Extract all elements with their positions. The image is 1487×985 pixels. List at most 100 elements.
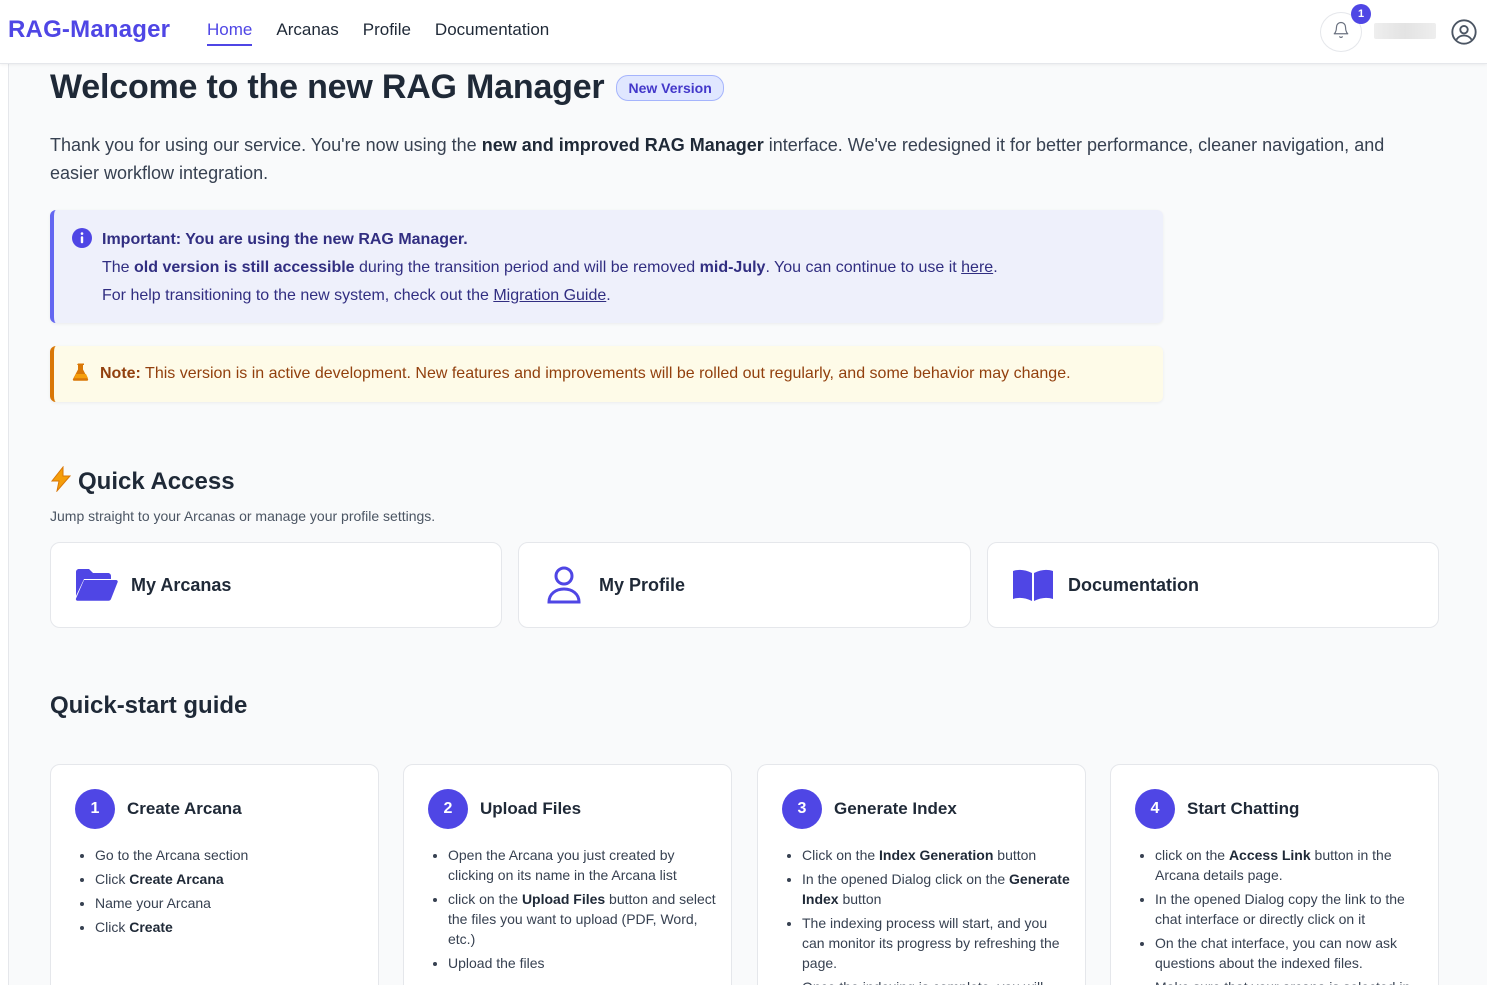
step-header: 2 Upload Files <box>428 789 581 829</box>
step-number: 3 <box>782 789 822 829</box>
step-title: Upload Files <box>480 799 582 818</box>
text: In the opened Dialog click on the <box>802 871 1010 887</box>
step-card-upload-files: 2 Upload Files Open the Arcana you just … <box>403 764 732 985</box>
my-arcanas-label: My Arcanas <box>131 574 232 595</box>
note-alert: Note: This version is in active developm… <box>50 346 1163 402</box>
step-card-start-chatting: 4 Start Chatting click on the Access Lin… <box>1110 764 1439 985</box>
nav-home[interactable]: Home <box>207 20 253 46</box>
quick-access-title: Quick Access <box>78 467 235 495</box>
notification-count-badge: 1 <box>1351 4 1371 24</box>
list-item: click on the Upload Files button and sel… <box>448 889 716 949</box>
user-name-redacted <box>1374 23 1436 39</box>
quick-access-cards: My Arcanas My Profile Documentation <box>50 542 1440 628</box>
list-item: click on the Access Link button in the A… <box>1155 845 1423 885</box>
text: Click <box>95 919 130 935</box>
user-icon <box>541 565 587 605</box>
nav-documentation[interactable]: Documentation <box>435 20 549 46</box>
step-list: Open the Arcana you just created by clic… <box>448 845 716 977</box>
text: Click on the <box>802 847 880 863</box>
quick-access-subtitle: Jump straight to your Arcanas or manage … <box>50 508 436 524</box>
list-item: Open the Arcana you just created by clic… <box>448 845 716 885</box>
quick-start-steps: 1 Create Arcana Go to the Arcana section… <box>50 764 1440 985</box>
documentation-label: Documentation <box>1068 574 1200 595</box>
step-list: Click on the Index Generation button In … <box>802 845 1070 985</box>
step-header: 1 Create Arcana <box>75 789 242 829</box>
text: click on the <box>1155 847 1229 863</box>
step-title: Generate Index <box>834 799 957 818</box>
intro-part: Thank you for using our service. You're … <box>50 135 482 155</box>
list-item: Click on the Index Generation button <box>802 845 1070 865</box>
text-bold: Upload Files <box>521 891 606 907</box>
list-item: Click Create <box>95 917 363 937</box>
info-icon <box>72 228 92 258</box>
intro-text: Thank you for using our service. You're … <box>50 131 1420 187</box>
migration-guide-link[interactable]: Migration Guide <box>493 287 606 304</box>
text: . <box>606 287 611 304</box>
step-list: click on the Access Link button in the A… <box>1155 845 1423 985</box>
text: Click <box>95 871 130 887</box>
info-alert: Important: You are using the new RAG Man… <box>50 210 1163 323</box>
flask-icon <box>71 362 91 391</box>
main-nav: Home Arcanas Profile Documentation <box>207 20 549 46</box>
old-version-link[interactable]: here <box>961 259 993 276</box>
list-item: Upload the files <box>448 953 716 973</box>
main-content: Welcome to the new RAG Manager New Versi… <box>8 64 1487 985</box>
text: . <box>993 259 998 276</box>
nav-profile[interactable]: Profile <box>363 20 411 46</box>
lightning-icon <box>50 465 72 497</box>
step-title: Create Arcana <box>127 799 242 818</box>
nav-arcanas[interactable]: Arcanas <box>276 20 338 46</box>
list-item: In the opened Dialog click on the Genera… <box>802 869 1070 909</box>
list-item: Once the indexing is complete, you will <box>802 977 1070 985</box>
text: button <box>993 847 1037 863</box>
quick-access-header: Quick Access <box>50 465 235 497</box>
info-alert-line-2: The old version is still accessible duri… <box>102 254 1143 282</box>
text-bold: Create Arcana <box>129 871 224 887</box>
text: . You can continue to use it <box>765 259 962 276</box>
my-arcanas-card[interactable]: My Arcanas <box>50 542 502 628</box>
list-item: Click Create Arcana <box>95 869 363 889</box>
welcome-header: Welcome to the new RAG Manager New Versi… <box>50 68 724 107</box>
text: button <box>838 891 882 907</box>
my-profile-label: My Profile <box>599 574 686 595</box>
list-item: Go to the Arcana section <box>95 845 363 865</box>
quick-start-title: Quick-start guide <box>50 692 248 719</box>
step-number: 2 <box>428 789 468 829</box>
text: For help transitioning to the new system… <box>102 287 494 304</box>
step-number: 1 <box>75 789 115 829</box>
note-label: Note: <box>100 365 141 382</box>
step-header: 4 Start Chatting <box>1135 789 1299 829</box>
top-navbar: RAG-Manager Home Arcanas Profile Documen… <box>0 0 1487 64</box>
list-item: Make sure that your arcana is selected i… <box>1155 977 1423 985</box>
account-icon[interactable] <box>1450 18 1478 51</box>
list-item: The indexing process will start, and you… <box>802 913 1070 973</box>
documentation-card[interactable]: Documentation <box>987 542 1439 628</box>
book-open-icon <box>1010 565 1056 605</box>
step-header: 3 Generate Index <box>782 789 957 829</box>
bell-icon <box>1332 21 1350 44</box>
my-profile-card[interactable]: My Profile <box>518 542 971 628</box>
page-title: Welcome to the new RAG Manager <box>50 68 605 106</box>
folder-open-icon <box>73 565 119 605</box>
text-bold: Access Link <box>1228 847 1311 863</box>
step-number: 4 <box>1135 789 1175 829</box>
text: click on the <box>448 891 522 907</box>
step-card-create-arcana: 1 Create Arcana Go to the Arcana section… <box>50 764 379 985</box>
list-item: In the opened Dialog copy the link to th… <box>1155 889 1423 929</box>
step-title: Start Chatting <box>1187 799 1300 818</box>
intro-bold: new and improved RAG Manager <box>481 135 764 155</box>
new-version-badge: New Version <box>616 74 724 101</box>
info-alert-line-3: For help transitioning to the new system… <box>102 282 1143 310</box>
text-bold: old version is still accessible <box>134 259 355 276</box>
list-item: Name your Arcana <box>95 893 363 913</box>
text-bold: Create <box>129 919 173 935</box>
text-bold: Index Generation <box>879 847 994 863</box>
list-item: On the chat interface, you can now ask q… <box>1155 933 1423 973</box>
text: The <box>102 259 135 276</box>
notifications-button[interactable]: 1 <box>1320 4 1371 52</box>
brand-logo[interactable]: RAG-Manager <box>8 16 170 44</box>
info-alert-heading: Important: You are using the new RAG Man… <box>102 231 468 248</box>
step-list: Go to the Arcana section Click Create Ar… <box>95 845 363 941</box>
text: during the transition period and will be… <box>354 259 700 276</box>
note-text: This version is in active development. N… <box>140 365 1071 382</box>
